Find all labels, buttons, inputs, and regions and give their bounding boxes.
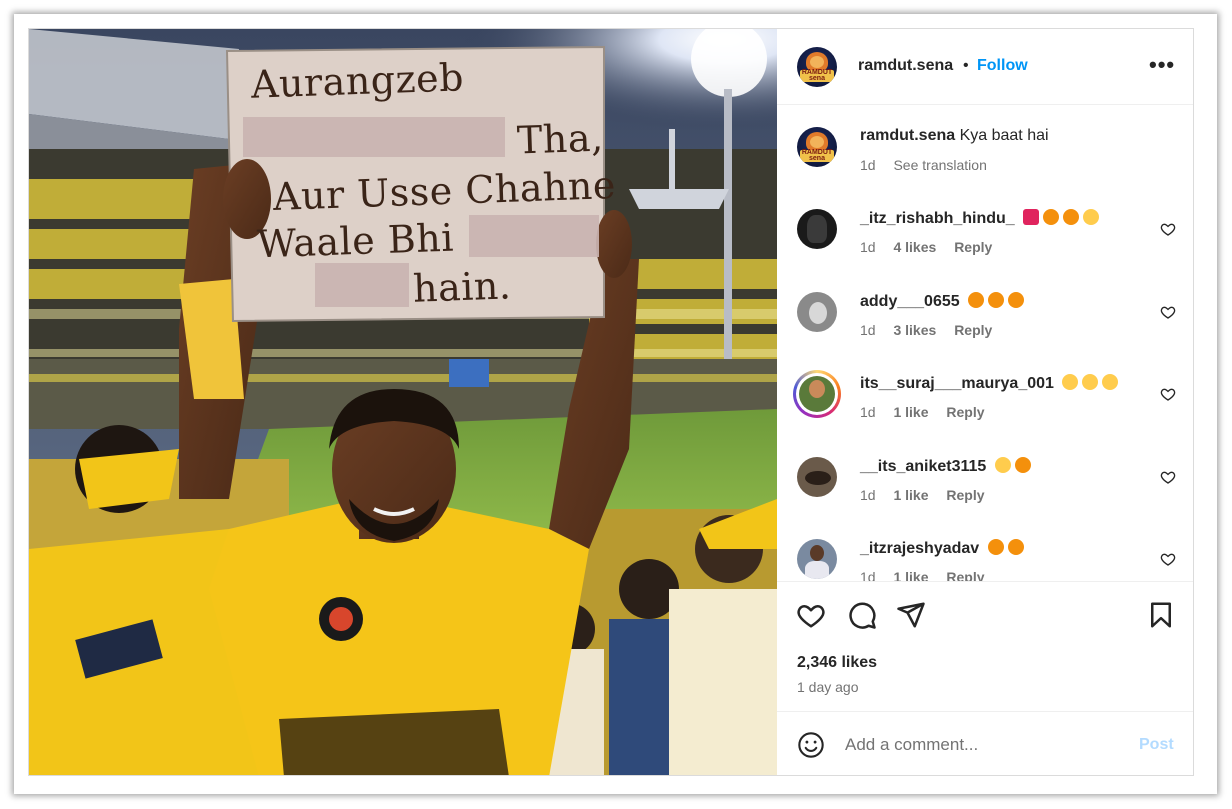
post-timestamp: 1 day ago xyxy=(797,679,859,695)
comment-like-icon[interactable] xyxy=(1160,386,1176,402)
comment-text-line: __its_aniket3115 xyxy=(860,457,1031,476)
author-avatar[interactable]: RAMDUT sena xyxy=(797,47,837,87)
comment-item: _itzrajeshyadav 1d 1 like Reply xyxy=(777,539,1193,581)
comment-username[interactable]: addy___0655 xyxy=(860,293,960,310)
reply-button[interactable]: Reply xyxy=(954,239,992,255)
comment-username[interactable]: its__suraj___maurya_001 xyxy=(860,375,1054,392)
post-header: RAMDUT sena ramdut.sena • Follow ••• xyxy=(777,29,1193,105)
fire-emoji-icon xyxy=(1063,209,1080,225)
comment-meta: 1d 3 likes Reply xyxy=(860,322,1006,338)
comment-item: its__suraj___maurya_001 1d 1 like Reply xyxy=(777,370,1193,454)
comment-item: _itz_rishabh_hindu_ 1d 4 likes Reply xyxy=(777,209,1193,289)
bookmark-icon[interactable] xyxy=(1146,600,1176,630)
comment-like-icon[interactable] xyxy=(1160,304,1176,320)
fire-emoji-icon xyxy=(987,539,1004,555)
comment-meta: 1d 4 likes Reply xyxy=(860,239,1006,255)
fire-emoji-icon xyxy=(1008,292,1025,308)
fire-emoji-icon xyxy=(1014,457,1031,473)
fire-emoji-icon xyxy=(968,292,985,308)
post-actions: 2,346 likes 1 day ago xyxy=(777,581,1193,712)
sign-censor-block xyxy=(315,263,409,307)
commenter-avatar[interactable] xyxy=(797,292,837,332)
follow-button[interactable]: Follow xyxy=(977,57,1028,75)
comment-time: 1d xyxy=(860,239,876,255)
send-icon[interactable] xyxy=(896,600,926,630)
fire-emoji-icon xyxy=(988,292,1005,308)
comment-likes[interactable]: 1 like xyxy=(893,404,928,420)
comment-like-icon[interactable] xyxy=(1160,469,1176,485)
commenter-avatar[interactable] xyxy=(797,539,837,579)
comment-time: 1d xyxy=(860,487,876,503)
smile-icon[interactable] xyxy=(797,731,825,759)
sign-censor-block xyxy=(469,215,599,257)
sign-line-5: hain. xyxy=(412,263,513,311)
laughing-emoji-icon xyxy=(1082,374,1099,390)
comment-time: 1d xyxy=(860,322,876,338)
comment-time: 1d xyxy=(860,569,876,581)
comment-item: __its_aniket3115 1d 1 like Reply xyxy=(777,457,1193,537)
caption: RAMDUT sena ramdut.sena Kya baat hai 1d S… xyxy=(777,127,1193,207)
reply-button[interactable]: Reply xyxy=(954,322,992,338)
comment-meta: 1d 1 like Reply xyxy=(860,404,999,420)
comment-username[interactable]: _itzrajeshyadav xyxy=(860,540,979,557)
comment-time: 1d xyxy=(860,404,876,420)
fire-emoji-icon xyxy=(1007,539,1024,555)
comment-icon[interactable] xyxy=(847,600,877,630)
sign-line-1: Aurangzeb xyxy=(250,55,465,107)
fire-emoji-icon xyxy=(1043,209,1060,225)
comment-text-line: _itz_rishabh_hindu_ xyxy=(860,209,1100,228)
comment-item: addy___0655 1d 3 likes Reply xyxy=(777,292,1193,372)
heart-emoji-icon xyxy=(1023,209,1040,225)
post-comment-button[interactable]: Post xyxy=(1139,736,1174,754)
more-options-icon[interactable]: ••• xyxy=(1149,54,1175,76)
commenter-avatar[interactable] xyxy=(797,209,837,249)
comment-text-line: addy___0655 xyxy=(860,292,1025,311)
caption-text: Kya baat hai xyxy=(959,127,1049,144)
comment-likes[interactable]: 1 like xyxy=(893,487,928,503)
see-translation-link[interactable]: See translation xyxy=(893,157,986,173)
comment-meta: 1d 1 like Reply xyxy=(860,569,999,581)
comment-meta: 1d 1 like Reply xyxy=(860,487,999,503)
add-comment-bar: Post xyxy=(777,711,1193,775)
sign-line-4: Waale Bhi xyxy=(256,215,455,267)
laughing-emoji-icon xyxy=(994,457,1011,473)
caption-avatar[interactable]: RAMDUT sena xyxy=(797,127,837,167)
laughing-emoji-icon xyxy=(1062,374,1079,390)
heart-icon[interactable] xyxy=(796,600,826,630)
caption-meta: 1d See translation xyxy=(860,157,1001,173)
sign-censor-block xyxy=(243,117,505,157)
instagram-post: Aurangzeb Tha, Aur Usse Chahne Waale Bhi… xyxy=(28,28,1194,776)
comment-text-line: its__suraj___maurya_001 xyxy=(860,374,1119,393)
comment-username[interactable]: _itz_rishabh_hindu_ xyxy=(860,210,1015,227)
laughing-emoji-icon xyxy=(1102,374,1119,390)
comment-likes[interactable]: 3 likes xyxy=(893,322,936,338)
commenter-avatar-story-ring[interactable] xyxy=(793,370,841,418)
comment-like-icon[interactable] xyxy=(1160,221,1176,237)
comment-text-line: _itzrajeshyadav xyxy=(860,539,1024,558)
comment-username[interactable]: __its_aniket3115 xyxy=(860,458,986,475)
reply-button[interactable]: Reply xyxy=(946,569,984,581)
sign-line-2: Tha, xyxy=(516,115,605,163)
comment-likes[interactable]: 1 like xyxy=(893,569,928,581)
clap-emoji-icon xyxy=(1083,209,1100,225)
comment-like-icon[interactable] xyxy=(1160,551,1176,567)
avatar-logo: RAMDUT sena xyxy=(800,69,834,82)
caption-username[interactable]: ramdut.sena xyxy=(860,127,955,144)
post-photo: Aurangzeb Tha, Aur Usse Chahne Waale Bhi… xyxy=(29,29,777,775)
comment-likes[interactable]: 4 likes xyxy=(893,239,936,255)
likes-count[interactable]: 2,346 likes xyxy=(797,654,877,672)
reply-button[interactable]: Reply xyxy=(946,404,984,420)
author-username[interactable]: ramdut.sena xyxy=(858,57,953,75)
caption-text-line: ramdut.sena Kya baat hai xyxy=(860,127,1049,145)
reply-button[interactable]: Reply xyxy=(946,487,984,503)
avatar-logo: RAMDUT sena xyxy=(800,149,834,162)
comment-input[interactable] xyxy=(845,730,1125,760)
comments-list[interactable]: RAMDUT sena ramdut.sena Kya baat hai 1d S… xyxy=(777,105,1193,581)
commenter-avatar[interactable] xyxy=(797,457,837,497)
separator-dot: • xyxy=(963,57,969,74)
post-side-panel: RAMDUT sena ramdut.sena • Follow ••• RAMD… xyxy=(777,29,1193,775)
caption-time: 1d xyxy=(860,157,876,173)
